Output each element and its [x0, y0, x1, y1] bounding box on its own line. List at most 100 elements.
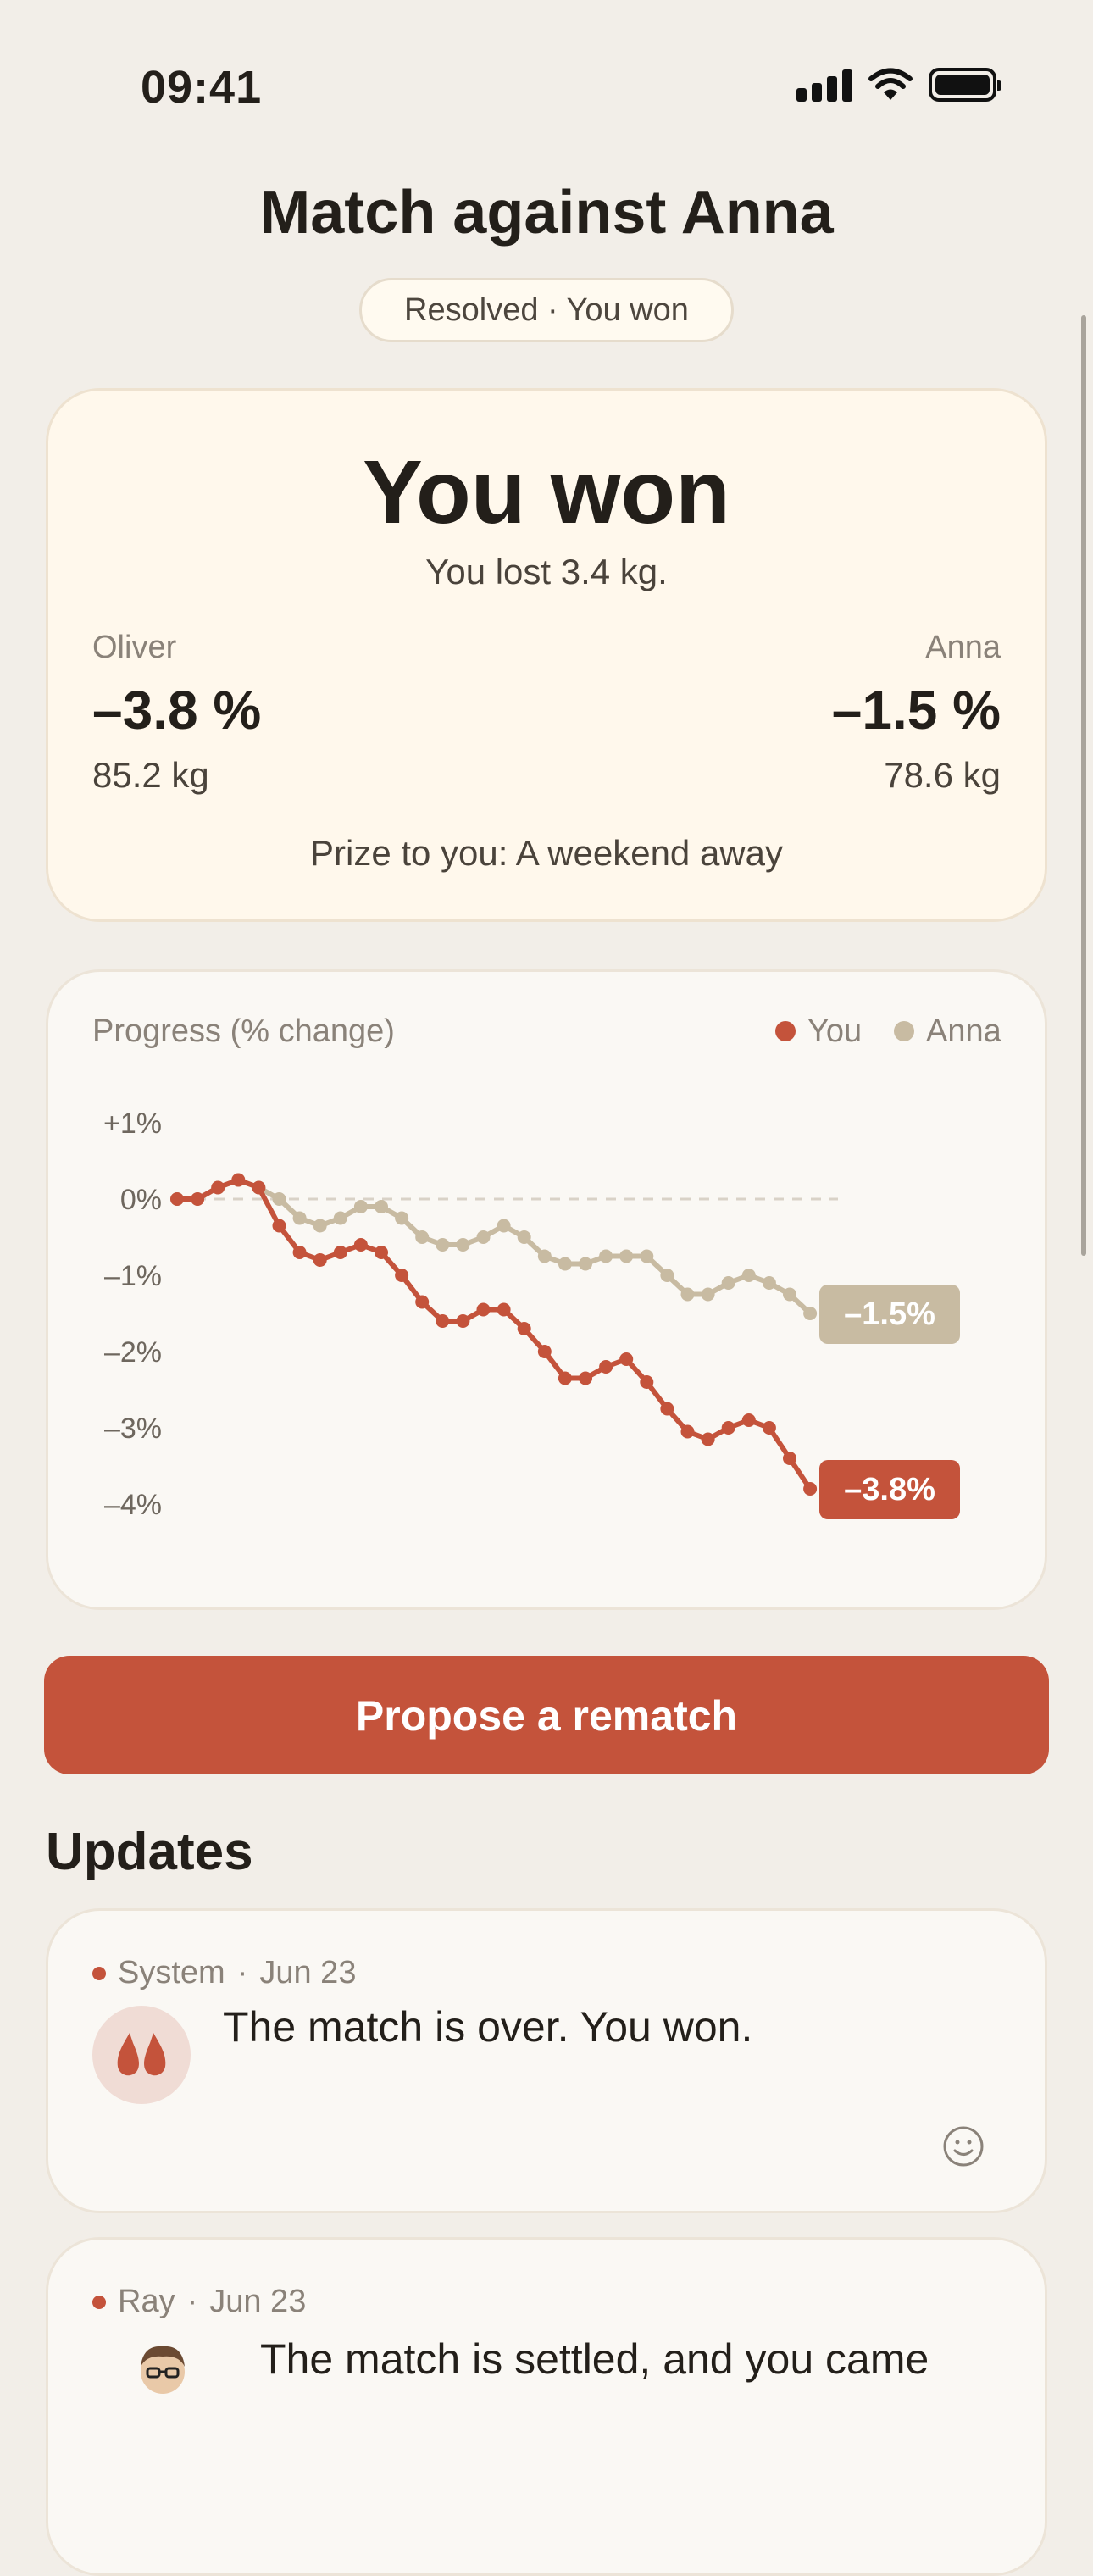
data-point-you	[231, 1173, 246, 1187]
data-point-anna	[579, 1257, 592, 1271]
propose-rematch-button[interactable]: Propose a rematch	[44, 1656, 1049, 1774]
data-point-you	[292, 1246, 307, 1259]
data-point-you	[170, 1192, 184, 1206]
update-card[interactable]: System · Jun 23 The match is over. You w…	[46, 1908, 1047, 2213]
update-author: System	[118, 1955, 225, 1990]
data-point-you	[803, 1482, 818, 1496]
data-point-anna	[558, 1257, 572, 1271]
data-point-anna	[640, 1249, 654, 1263]
progress-chart: Progress (% change) You Anna +1% 0% –1% –2% –…	[92, 1013, 1002, 1521]
legend-label: You	[807, 1013, 862, 1049]
data-point-anna	[395, 1211, 409, 1225]
meta-separator: ·	[186, 2284, 198, 2319]
legend-marker	[894, 1021, 914, 1041]
cellular-signal-icon	[796, 68, 852, 102]
data-point-you	[191, 1192, 205, 1206]
unread-dot	[92, 2295, 106, 2309]
update-meta: Ray · Jun 23	[92, 2284, 306, 2320]
data-point-anna	[476, 1230, 491, 1244]
data-point-you	[476, 1302, 491, 1317]
data-point-anna	[762, 1276, 776, 1290]
system-avatar	[92, 2006, 191, 2104]
data-point-anna	[741, 1269, 756, 1282]
player-name-you: Oliver	[92, 630, 177, 665]
data-point-you	[497, 1302, 511, 1317]
data-point-anna	[353, 1200, 368, 1213]
y-tick-label: –1%	[104, 1260, 162, 1292]
player-weight-opponent: 78.6 kg	[884, 755, 1001, 795]
end-label-text: –3.8%	[844, 1472, 935, 1507]
data-point-anna	[660, 1269, 674, 1282]
data-point-you	[436, 1314, 450, 1328]
data-point-anna	[680, 1287, 695, 1302]
update-text: The match is over. You won.	[223, 2003, 753, 2051]
y-tick-label: 0%	[120, 1184, 162, 1216]
data-point-you	[333, 1246, 347, 1259]
y-tick-label: +1%	[103, 1108, 162, 1140]
update-author: Ray	[118, 2284, 175, 2319]
wifi-icon	[868, 68, 913, 100]
series-line-you	[175, 1177, 813, 1491]
player-weight-you: 85.2 kg	[92, 755, 209, 795]
updates-title: Updates	[46, 1823, 253, 1881]
add-reaction-icon[interactable]	[941, 2124, 985, 2168]
data-point-you	[375, 1246, 388, 1259]
data-point-you	[619, 1352, 634, 1366]
data-point-you	[599, 1360, 613, 1374]
app-logo-icon	[117, 2033, 166, 2076]
data-point-anna	[497, 1219, 511, 1233]
data-point-you	[272, 1219, 286, 1233]
data-point-you	[762, 1421, 776, 1435]
chart-legend: You Anna	[775, 1013, 1002, 1049]
user-avatar	[141, 2346, 185, 2394]
status-time: 09:41	[141, 62, 263, 113]
data-point-you	[701, 1432, 715, 1446]
data-point-you	[456, 1314, 470, 1328]
data-point-you	[783, 1452, 796, 1465]
data-point-you	[741, 1413, 756, 1427]
data-point-you	[395, 1269, 409, 1282]
y-tick-label: –4%	[104, 1489, 162, 1521]
data-point-you	[537, 1345, 552, 1358]
player-pct-opponent: –1.5 %	[831, 680, 1001, 741]
data-point-you	[558, 1371, 572, 1385]
data-point-anna	[415, 1230, 430, 1244]
data-point-anna	[456, 1238, 470, 1252]
data-point-you	[517, 1322, 531, 1335]
player-name-opponent: Anna	[925, 630, 1001, 665]
update-card[interactable]: Ray · Jun 23 The match is settled, and y…	[46, 2237, 1047, 2576]
data-point-you	[415, 1295, 430, 1309]
update-meta: System · Jun 23	[92, 1955, 356, 1991]
data-point-anna	[599, 1249, 613, 1263]
match-status-badge: Resolved · You won	[359, 278, 734, 342]
status-icons	[796, 68, 1001, 102]
data-point-anna	[375, 1200, 388, 1213]
status-bar: 09:41	[0, 0, 1093, 169]
data-point-anna	[436, 1238, 450, 1252]
update-date: Jun 23	[209, 2284, 307, 2319]
scrollbar[interactable]	[1081, 315, 1086, 1256]
unread-dot	[92, 1966, 106, 1980]
chart-end-labels: –3.8% –1.5%	[819, 1285, 960, 1519]
data-point-anna	[721, 1276, 735, 1290]
data-point-you	[353, 1238, 368, 1252]
data-point-you	[211, 1180, 225, 1195]
data-point-anna	[313, 1219, 327, 1233]
data-point-anna	[517, 1230, 531, 1244]
battery-icon	[929, 68, 1001, 102]
legend-label: Anna	[926, 1013, 1002, 1049]
data-point-you	[640, 1375, 654, 1389]
end-label-text: –1.5%	[844, 1296, 935, 1332]
data-point-anna	[701, 1287, 715, 1302]
data-point-anna	[619, 1249, 634, 1263]
data-point-you	[252, 1180, 266, 1195]
page-title: Match against Anna	[259, 179, 834, 247]
data-point-anna	[783, 1287, 796, 1302]
progress-chart-card: Progress (% change) You Anna +1% 0% –1% –2% –…	[46, 969, 1047, 1610]
data-point-anna	[537, 1249, 552, 1263]
player-pct-you: –3.8 %	[92, 680, 262, 741]
data-point-anna	[272, 1192, 286, 1206]
data-point-you	[721, 1421, 735, 1435]
prize-text: Prize to you: A weekend away	[310, 833, 783, 873]
y-axis: +1% 0% –1% –2% –3% –4%	[103, 1108, 162, 1521]
